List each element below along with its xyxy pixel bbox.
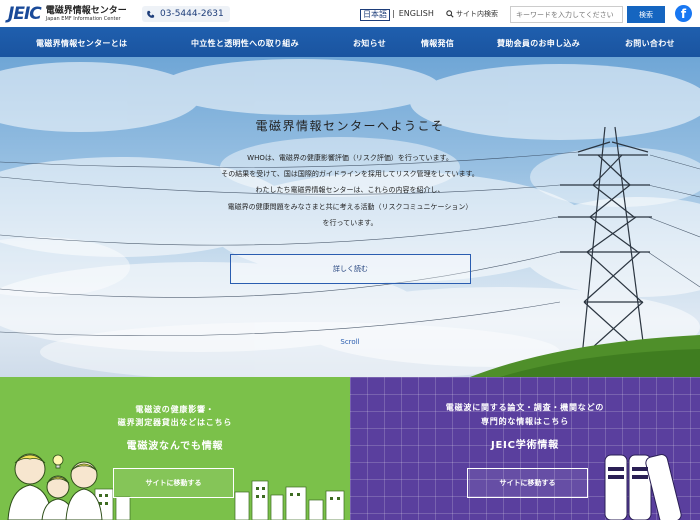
health-info-panel[interactable]: 電磁波の健康影響・ 磁界測定器貸出などはこちら 電磁波なんでも情報 サイトに移動… <box>0 377 350 520</box>
nav-item-about[interactable]: 電磁界情報センターとは <box>36 38 127 49</box>
logo-text: 電磁界情報センター Japan EMF Information Center <box>45 5 127 22</box>
academic-panel-line-2: 専門的な情報はこちら <box>481 417 569 426</box>
health-panel-line-2: 磁界測定器貸出などはこちら <box>117 418 233 427</box>
academic-panel-line-1: 電磁波に関する論文・調査・機関などの <box>445 403 605 412</box>
hero-line: を行っています。 <box>322 218 378 227</box>
nav-item-contact[interactable]: お問い合わせ <box>625 38 675 49</box>
scroll-indicator[interactable]: Scroll <box>0 338 700 346</box>
academic-site-link-button[interactable]: サイトに移動する <box>467 468 588 498</box>
read-more-button[interactable]: 詳しく読む <box>230 254 471 284</box>
hero-title: 電磁界情報センターへようこそ <box>255 119 445 133</box>
nav-item-membership[interactable]: 賛助会員のお申し込み <box>497 38 580 49</box>
search-icon <box>446 10 454 18</box>
search-input[interactable] <box>510 6 623 23</box>
lang-japanese[interactable]: 日本語 <box>360 9 390 21</box>
hero-line: 電磁界の健康問題をみなさまと共に考える活動（リスクコミュニケーション） <box>227 202 473 211</box>
hero-section: 電磁界情報センターへようこそ WHOは、電磁界の健康影響評価（リスク評価）を行っ… <box>0 57 700 377</box>
phone-number[interactable]: 03-5444-2631 <box>142 6 230 22</box>
hero-line: わたしたち電磁界情報センターは、これらの内容を紹介し、 <box>255 186 445 195</box>
health-panel-line-1: 電磁波の健康影響・ <box>135 405 215 414</box>
nav-item-news[interactable]: お知らせ <box>353 38 386 49</box>
phone-number-text: 03-5444-2631 <box>160 9 224 19</box>
hero-line: WHOは、電磁界の健康影響評価（リスク評価）を行っています。 <box>247 154 453 162</box>
academic-panel-title: JEIC学術情報 <box>490 440 559 451</box>
site-logo[interactable]: JEIC 電磁界情報センター Japan EMF Information Cen… <box>8 4 127 24</box>
lang-english[interactable]: ENGLISH <box>397 9 436 21</box>
phone-icon <box>147 10 155 18</box>
lang-separator: | <box>392 9 395 18</box>
search-button[interactable]: 検索 <box>627 6 665 23</box>
health-site-link-button[interactable]: サイトに移動する <box>113 468 234 498</box>
top-bar: JEIC 電磁界情報センター Japan EMF Information Cen… <box>0 0 700 27</box>
language-switcher: 日本語 | ENGLISH <box>360 9 436 21</box>
logo-english-name: Japan EMF Information Center <box>45 15 121 22</box>
facebook-icon[interactable]: f <box>675 5 692 22</box>
logo-mark: JEIC <box>8 4 42 24</box>
nav-item-information[interactable]: 情報発信 <box>421 38 454 49</box>
nav-item-neutrality[interactable]: 中立性と透明性への取り組み <box>191 38 299 49</box>
health-panel-title: 電磁波なんでも情報 <box>126 441 224 452</box>
academic-info-panel[interactable]: 電磁波に関する論文・調査・機関などの 専門的な情報はこちら JEIC学術情報 サ… <box>350 377 700 520</box>
hero-line: その結果を受けて、国は国際的ガイドラインを採用してリスク管理をしています。 <box>221 170 479 179</box>
search-label-text: サイト内検索 <box>456 10 498 18</box>
logo-japanese-name: 電磁界情報センター <box>45 5 127 16</box>
hero-description: WHOは、電磁界の健康影響評価（リスク評価）を行っています。 その結果を受けて、… <box>0 150 700 231</box>
site-search-label: サイト内検索 <box>446 9 498 19</box>
main-navigation: 電磁界情報センターとは 中立性と透明性への取り組み お知らせ 情報発信 賛助会員… <box>0 27 700 57</box>
